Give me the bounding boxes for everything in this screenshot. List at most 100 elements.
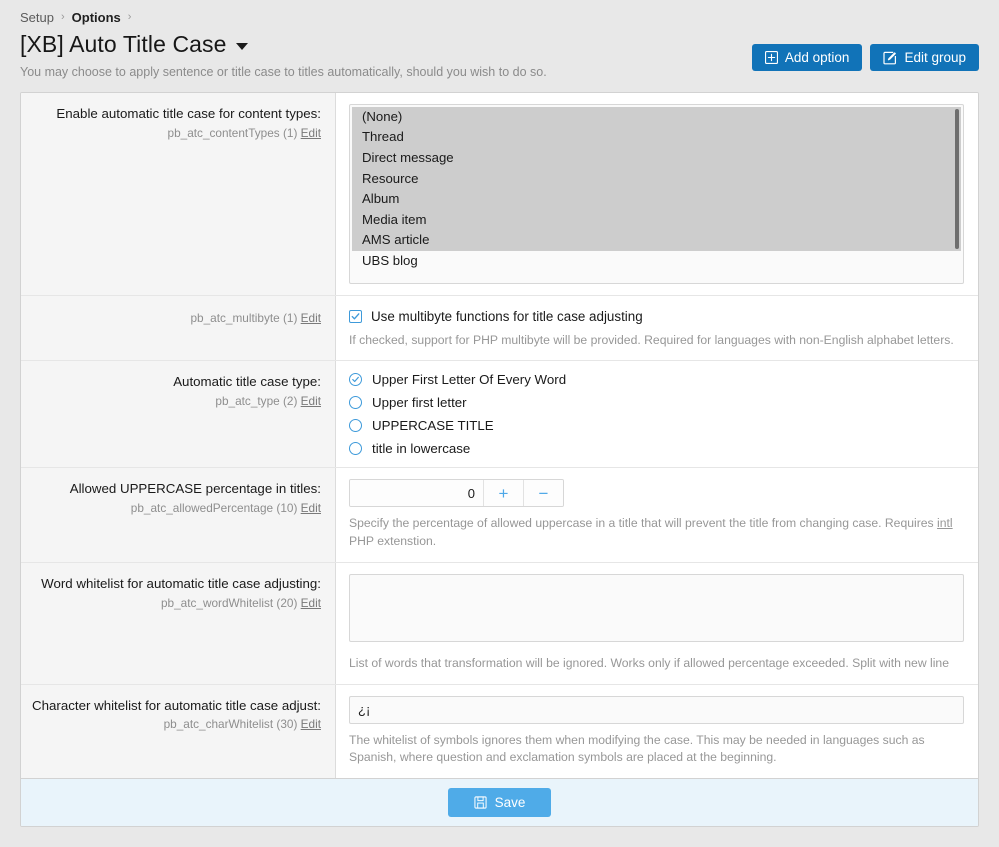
edit-link[interactable]: Edit (301, 596, 321, 610)
multibyte-checkbox-label[interactable]: Use multibyte functions for title case a… (371, 309, 643, 324)
option-weight: (1) (282, 310, 298, 325)
edit-link[interactable]: Edit (301, 394, 321, 408)
row-word-whitelist-label-cell: Word whitelist for automatic title case … (21, 562, 336, 684)
edit-link[interactable]: Edit (301, 717, 321, 731)
stepper-decrement-button[interactable]: − (523, 480, 563, 507)
card-footer: Save (21, 777, 978, 826)
allowed-percentage-hint: Specify the percentage of allowed upperc… (349, 515, 964, 550)
content-types-listbox-inner: (None) Thread Direct message Resource Al… (352, 106, 961, 281)
options-form: Enable automatic title case for content … (21, 92, 978, 778)
percentage-input[interactable] (350, 480, 483, 507)
chevron-down-icon[interactable] (235, 42, 248, 50)
row-char-whitelist: Character whitelist for automatic title … (21, 684, 978, 778)
page-header-left: [XB] Auto Title Case You may choose to a… (20, 28, 547, 79)
edit-group-button[interactable]: Edit group (870, 44, 979, 71)
radio-unchecked-icon[interactable] (349, 396, 362, 410)
option-id: pb_atc_allowedPercentage (130, 501, 274, 516)
radio-option-lowercase: title in lowercase (349, 441, 964, 456)
list-item[interactable]: (None) (352, 106, 961, 128)
row-multibyte-label-cell: pb_atc_multibyte (1) Edit (21, 295, 336, 361)
char-whitelist-hint: The whitelist of symbols ignores them wh… (349, 732, 925, 765)
radio-checked-icon[interactable] (349, 373, 362, 387)
row-title-case-type-label-cell: Automatic title case type: pb_atc_type (… (21, 361, 336, 468)
edit-link[interactable]: Edit (301, 311, 321, 325)
content-types-listbox[interactable]: (None) Thread Direct message Resource Al… (349, 103, 964, 284)
floppy-disk-icon (474, 796, 487, 809)
edit-group-button-label: Edit group (904, 50, 966, 65)
radio-unchecked-icon[interactable] (349, 419, 362, 433)
list-item[interactable]: Direct message (352, 147, 961, 169)
pencil-square-icon (883, 51, 897, 65)
row-char-whitelist-field: The whitelist of symbols ignores them wh… (336, 684, 978, 778)
row-title-case-type-label: Automatic title case type: (173, 374, 321, 390)
radio-label[interactable]: Upper first letter (372, 395, 467, 410)
add-option-button-label: Add option (784, 50, 850, 65)
breadcrumb-separator-icon-2: › (127, 11, 132, 23)
page-description: You may choose to apply sentence or titl… (20, 64, 547, 79)
listbox-scrollbar[interactable] (955, 108, 959, 249)
row-content-types: Enable automatic title case for content … (21, 92, 978, 296)
breadcrumb-item-setup[interactable]: Setup (20, 10, 54, 25)
row-title-case-type-meta: pb_atc_type (2) Edit (31, 394, 321, 408)
page-header: [XB] Auto Title Case You may choose to a… (0, 26, 999, 79)
multibyte-checkbox-row: Use multibyte functions for title case a… (349, 309, 964, 324)
option-weight: (1) (282, 125, 298, 140)
row-content-types-label-cell: Enable automatic title case for content … (21, 92, 336, 295)
option-weight: (30) (276, 717, 298, 732)
stepper-increment-button[interactable]: + (483, 480, 523, 507)
row-multibyte: pb_atc_multibyte (1) Edit Use multibyte … (21, 295, 978, 362)
page-title: [XB] Auto Title Case (20, 30, 547, 59)
row-char-whitelist-label: Character whitelist for automatic title … (32, 697, 321, 713)
row-allowed-percentage: Allowed UPPERCASE percentage in titles: … (21, 468, 978, 563)
row-content-types-label: Enable automatic title case for content … (56, 105, 321, 121)
hint-text-after: PHP extenstion. (349, 534, 437, 549)
radio-option-uppercase-title: UPPERCASE TITLE (349, 418, 964, 433)
row-word-whitelist-field: List of words that transformation will b… (336, 562, 978, 684)
save-button[interactable]: Save (447, 787, 552, 817)
list-item[interactable]: Resource (352, 168, 961, 190)
row-allowed-percentage-label: Allowed UPPERCASE percentage in titles: (69, 481, 321, 497)
plus-square-icon (764, 51, 778, 64)
row-char-whitelist-meta: pb_atc_charWhitelist (30) Edit (31, 717, 321, 731)
option-id: pb_atc_multibyte (190, 310, 280, 325)
row-content-types-field: (None) Thread Direct message Resource Al… (336, 92, 978, 295)
row-allowed-percentage-label-cell: Allowed UPPERCASE percentage in titles: … (21, 468, 336, 562)
intl-abbr[interactable]: intl (937, 516, 953, 530)
checkbox-checked-icon[interactable] (349, 309, 362, 323)
radio-option-every-word: Upper First Letter Of Every Word (349, 372, 964, 387)
radio-unchecked-icon[interactable] (349, 442, 362, 456)
option-id: pb_atc_charWhitelist (163, 717, 274, 732)
edit-link[interactable]: Edit (301, 501, 321, 515)
radio-label[interactable]: title in lowercase (372, 441, 470, 456)
radio-label[interactable]: Upper First Letter Of Every Word (372, 372, 566, 387)
add-option-button[interactable]: Add option (751, 44, 863, 71)
option-id: pb_atc_contentTypes (167, 125, 280, 140)
breadcrumb: Setup › Options › (0, 0, 999, 26)
row-content-types-meta: pb_atc_contentTypes (1) Edit (31, 126, 321, 140)
list-item[interactable]: Media item (352, 209, 961, 231)
row-word-whitelist: Word whitelist for automatic title case … (21, 562, 978, 685)
option-weight: (10) (276, 501, 298, 516)
page-title-text: [XB] Auto Title Case (20, 31, 227, 57)
list-item[interactable]: UBS blog (352, 251, 961, 272)
breadcrumb-separator-icon: › (60, 11, 65, 23)
list-item[interactable]: Album (352, 189, 961, 210)
option-id: pb_atc_type (215, 394, 280, 409)
radio-label[interactable]: UPPERCASE TITLE (372, 418, 494, 433)
breadcrumb-item-options[interactable]: Options (72, 10, 121, 25)
option-weight: (20) (276, 595, 298, 610)
row-multibyte-field: Use multibyte functions for title case a… (336, 295, 978, 361)
char-whitelist-input[interactable] (349, 695, 964, 724)
row-char-whitelist-label-cell: Character whitelist for automatic title … (21, 684, 336, 778)
save-button-label: Save (494, 794, 526, 810)
list-item[interactable]: Thread (352, 127, 961, 148)
edit-link[interactable]: Edit (301, 126, 321, 140)
word-whitelist-textarea[interactable] (349, 573, 964, 642)
row-allowed-percentage-field: + − Specify the percentage of allowed up… (336, 468, 978, 562)
list-item[interactable]: AMS article (352, 230, 961, 251)
multibyte-hint: If checked, support for PHP multibyte wi… (349, 332, 954, 347)
hint-text-before: Specify the percentage of allowed upperc… (349, 516, 938, 531)
radio-option-upper-first-letter: Upper first letter (349, 395, 964, 410)
row-title-case-type-field: Upper First Letter Of Every Word Upper f… (336, 361, 978, 468)
options-card: Enable automatic title case for content … (20, 91, 979, 827)
